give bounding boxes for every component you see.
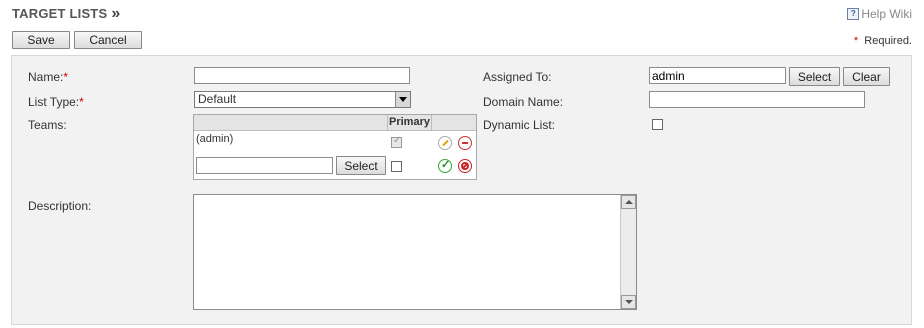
assigned-to-clear-button[interactable]: Clear xyxy=(843,67,890,86)
help-book-icon: ? xyxy=(847,8,860,20)
name-label: Name:* xyxy=(28,70,68,84)
required-note: * Required. xyxy=(854,35,912,47)
description-label: Description: xyxy=(28,199,92,213)
team-primary-checkbox[interactable] xyxy=(391,135,402,148)
scroll-up-icon[interactable] xyxy=(621,195,636,209)
assigned-to-input[interactable] xyxy=(649,67,786,84)
list-type-selected-value: Default xyxy=(198,92,237,106)
teams-table-header: Primary xyxy=(194,115,476,131)
list-type-required-star: * xyxy=(79,95,84,109)
dynamic-list-checkbox[interactable] xyxy=(652,119,663,130)
assigned-to-select-button[interactable]: Select xyxy=(789,67,840,86)
name-required-star: * xyxy=(63,70,69,84)
page-title: TARGET LISTS» xyxy=(12,5,120,23)
assigned-to-label: Assigned To: xyxy=(483,70,552,84)
list-type-select[interactable]: Default xyxy=(194,91,411,108)
dynamic-list-label: Dynamic List: xyxy=(483,118,556,132)
page-title-text: TARGET LISTS xyxy=(12,6,108,21)
primary-column-header: Primary xyxy=(387,115,432,130)
cancel-button[interactable]: Cancel xyxy=(74,31,142,49)
required-star: * xyxy=(853,35,859,47)
domain-name-input[interactable] xyxy=(649,91,865,108)
list-type-label: List Type:* xyxy=(28,95,84,109)
team-select-button[interactable]: Select xyxy=(336,156,386,175)
help-wiki-link[interactable]: ? Help Wiki xyxy=(847,7,912,21)
description-scrollbar[interactable] xyxy=(620,195,636,309)
list-type-label-text: List Type: xyxy=(28,95,80,109)
name-label-text: Name: xyxy=(28,70,64,84)
new-team-primary-checkbox[interactable] xyxy=(391,161,402,172)
title-arrow-icon: » xyxy=(111,5,121,22)
teams-label: Teams: xyxy=(28,118,67,132)
save-button[interactable]: Save xyxy=(12,31,70,49)
description-textarea[interactable] xyxy=(193,194,637,310)
teams-table: Primary (admin) Select xyxy=(193,114,477,180)
team-name-input[interactable] xyxy=(196,157,333,174)
chevron-down-icon[interactable] xyxy=(395,92,410,107)
required-note-text: Required. xyxy=(864,35,912,47)
help-wiki-label: Help Wiki xyxy=(861,7,912,21)
scroll-down-icon[interactable] xyxy=(621,295,636,309)
pencil-icon[interactable] xyxy=(438,136,452,150)
remove-minus-icon[interactable] xyxy=(458,136,472,150)
team-name: (admin) xyxy=(196,133,234,145)
confirm-check-icon[interactable] xyxy=(438,158,452,173)
name-input[interactable] xyxy=(194,67,410,84)
domain-name-label: Domain Name: xyxy=(483,95,564,109)
cancel-circle-icon[interactable] xyxy=(458,159,472,173)
